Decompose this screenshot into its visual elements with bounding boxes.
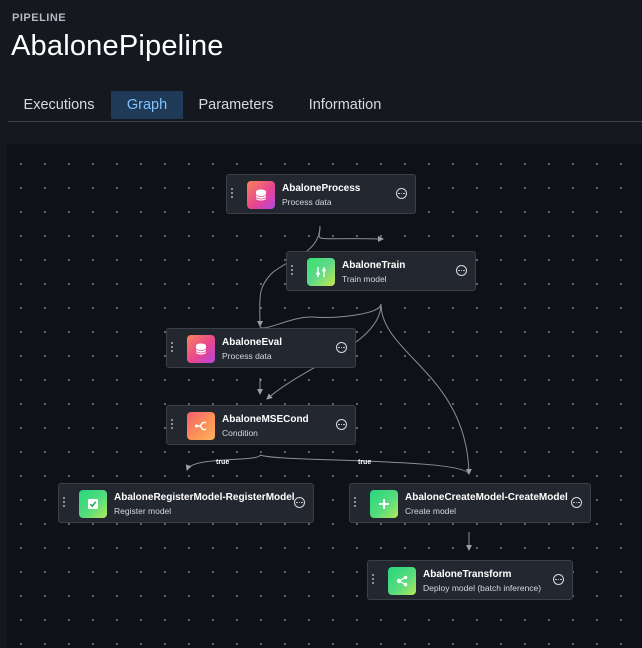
node-subtitle: Deploy model (batch inference): [423, 583, 542, 593]
node-subtitle: Train model: [342, 274, 387, 284]
more-options-icon[interactable]: [396, 188, 407, 199]
node-subtitle: Register model: [114, 506, 172, 516]
edge-train-create: [380, 303, 472, 475]
edge-process-train: [318, 225, 384, 242]
node-name: AbaloneCreateModel-CreateModel: [405, 492, 568, 503]
more-options-icon[interactable]: [553, 574, 564, 585]
node-name: AbaloneRegisterModel-RegisterModel: [114, 492, 295, 503]
more-options-icon[interactable]: [336, 342, 347, 353]
register-check-icon: [79, 490, 107, 518]
more-options-icon[interactable]: [456, 265, 467, 276]
node-name: AbaloneEval: [222, 337, 283, 348]
node-abalone-train[interactable]: AbaloneTrain Train model: [286, 251, 476, 291]
node-abalone-mse-cond[interactable]: AbaloneMSECond Condition: [166, 405, 356, 445]
more-options-icon[interactable]: [336, 419, 347, 430]
node-name: AbaloneMSECond: [222, 414, 309, 425]
node-abalone-process[interactable]: AbaloneProcess Process data: [226, 174, 416, 214]
database-icon: [247, 181, 275, 209]
sliders-icon: [307, 258, 335, 286]
edge-label-true-create: true: [358, 459, 372, 466]
share-icon: [388, 567, 416, 595]
drag-handle-icon[interactable]: [231, 188, 234, 200]
more-options-icon[interactable]: [571, 497, 582, 508]
drag-handle-icon[interactable]: [354, 497, 357, 509]
tab-parameters[interactable]: Parameters: [186, 91, 286, 119]
plus-icon: [370, 490, 398, 518]
drag-handle-icon[interactable]: [291, 265, 294, 277]
drag-handle-icon[interactable]: [171, 342, 174, 354]
tab-graph[interactable]: Graph: [111, 91, 183, 119]
tab-executions[interactable]: Executions: [8, 91, 110, 119]
page-header: PIPELINE AbalonePipeline Executions Grap…: [0, 0, 642, 130]
more-options-icon[interactable]: [294, 497, 305, 508]
edge-train-eval-branch: [259, 303, 382, 329]
tab-information[interactable]: Information: [290, 91, 400, 119]
node-subtitle: Create model: [405, 506, 457, 516]
edge-label-true-register: true: [216, 459, 230, 466]
node-subtitle: Process data: [282, 197, 332, 207]
node-name: AbaloneProcess: [282, 183, 361, 194]
database-icon: [187, 335, 215, 363]
branch-icon: [187, 412, 215, 440]
node-name: AbaloneTransform: [423, 569, 512, 580]
drag-handle-icon[interactable]: [63, 497, 66, 509]
drag-handle-icon[interactable]: [372, 574, 375, 586]
node-name: AbaloneTrain: [342, 260, 406, 271]
pipeline-graph-canvas[interactable]: true true AbaloneProcess Process data Ab…: [7, 144, 642, 648]
breadcrumb[interactable]: PIPELINE: [12, 12, 66, 24]
drag-handle-icon[interactable]: [171, 419, 174, 431]
node-subtitle: Process data: [222, 351, 272, 361]
node-abalone-eval[interactable]: AbaloneEval Process data: [166, 328, 356, 368]
tab-bar: Executions Graph Parameters Information: [8, 91, 642, 122]
node-abalone-register-model[interactable]: AbaloneRegisterModel-RegisterModel Regis…: [58, 483, 314, 523]
node-subtitle: Condition: [222, 428, 258, 438]
page-title: AbalonePipeline: [11, 30, 224, 62]
node-abalone-transform[interactable]: AbaloneTransform Deploy model (batch inf…: [367, 560, 573, 600]
node-abalone-create-model[interactable]: AbaloneCreateModel-CreateModel Create mo…: [349, 483, 591, 523]
